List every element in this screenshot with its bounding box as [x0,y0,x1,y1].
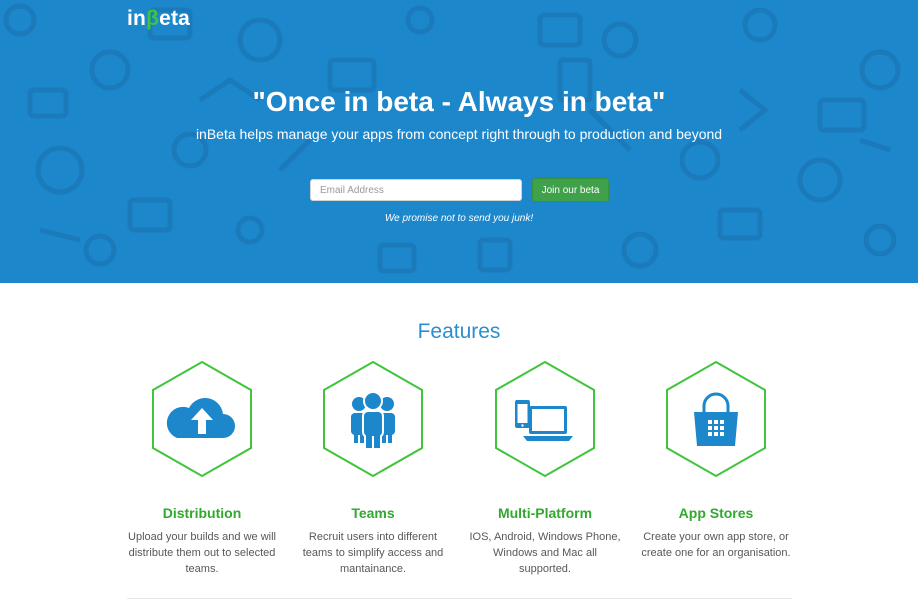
feature-title: Teams [351,505,395,521]
feature-app-stores: App Stores Create your own app store, or… [631,360,801,561]
feature-title: App Stores [678,505,754,521]
feature-multi-platform: Multi-Platform IOS, Android, Windows Pho… [460,360,630,577]
feature-title: Distribution [162,505,242,521]
feature-description: Upload your builds and we will distribut… [128,531,276,575]
promise-note: We promise not to send you junk! [384,213,534,224]
hexagon-frame [152,360,252,478]
hero-banner: inβeta "Once in beta - Always in beta" i… [0,0,918,283]
hero-headline: "Once in beta - Always in beta" [252,86,666,117]
hexagon-frame [495,360,595,478]
feature-description: Create your own app store, or create one… [641,531,791,559]
feature-teams: Teams Recruit users into different teams… [288,360,458,577]
section-divider [127,598,792,599]
feature-distribution: Distribution Upload your builds and we w… [117,360,287,577]
email-input[interactable] [310,179,522,201]
hero-subhead: inBeta helps manage your apps from conce… [195,126,723,142]
logo-beta-symbol: β [146,7,160,30]
brand-logo[interactable]: inβeta [127,7,190,31]
hexagon-frame [666,360,766,478]
feature-description: IOS, Android, Windows Phone, Windows and… [469,531,621,575]
feature-description: Recruit users into different teams to si… [302,531,444,575]
feature-title: Multi-Platform [497,505,593,521]
logo-text-eta: eta [159,7,191,30]
signup-form: Join our beta [310,178,609,203]
join-beta-button[interactable]: Join our beta [532,178,609,202]
features-heading: Features [417,320,501,343]
hexagon-frame [323,360,423,478]
logo-text-in: in [127,7,147,30]
